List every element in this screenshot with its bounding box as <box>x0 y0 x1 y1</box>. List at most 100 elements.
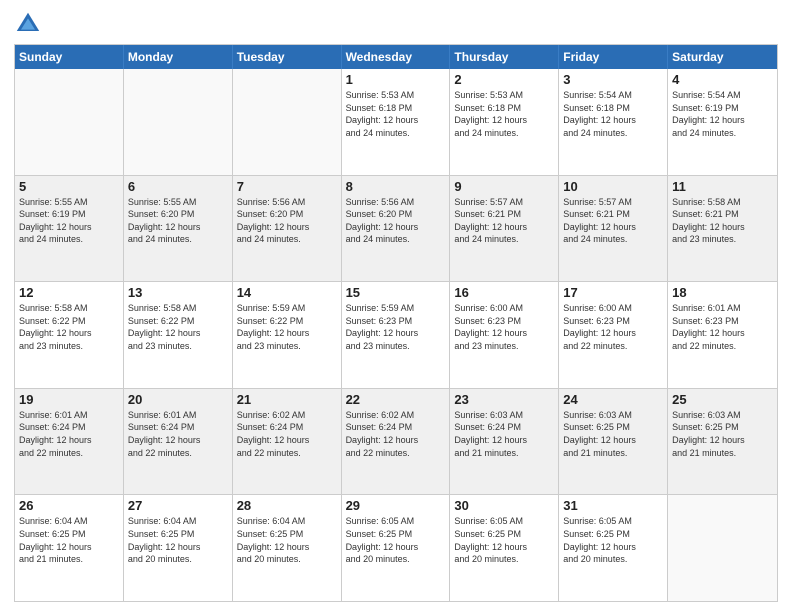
day-info: Sunrise: 5:58 AM Sunset: 6:22 PM Dayligh… <box>19 302 119 352</box>
day-info: Sunrise: 5:57 AM Sunset: 6:21 PM Dayligh… <box>454 196 554 246</box>
calendar-cell: 9 Sunrise: 5:57 AM Sunset: 6:21 PM Daylig… <box>450 176 559 282</box>
calendar-cell: 26 Sunrise: 6:04 AM Sunset: 6:25 PM Dayli… <box>15 495 124 601</box>
calendar-cell: 28Sunrise: 6:04 AM Sunset: 6:25 PM Dayli… <box>233 495 342 601</box>
calendar-header-row: SundayMondayTuesdayWednesdayThursdayFrid… <box>15 45 777 69</box>
header <box>14 10 778 38</box>
calendar-cell: 30 Sunrise: 6:05 AM Sunset: 6:25 PM Dayli… <box>450 495 559 601</box>
calendar-cell: 25Sunrise: 6:03 AM Sunset: 6:25 PM Dayli… <box>668 389 777 495</box>
calendar-cell: 20Sunrise: 6:01 AM Sunset: 6:24 PM Dayli… <box>124 389 233 495</box>
day-number: 9 <box>454 179 554 194</box>
day-info: Sunrise: 5:55 AM Sunset: 6:20 PM Dayligh… <box>128 196 228 246</box>
day-number: 30 <box>454 498 554 513</box>
day-info: Sunrise: 6:05 AM Sunset: 6:25 PM Dayligh… <box>454 515 554 565</box>
day-number: 28 <box>237 498 337 513</box>
day-info: Sunrise: 6:05 AM Sunset: 6:25 PM Dayligh… <box>563 515 663 565</box>
page: SundayMondayTuesdayWednesdayThursdayFrid… <box>0 0 792 612</box>
day-info: Sunrise: 6:05 AM Sunset: 6:25 PM Dayligh… <box>346 515 446 565</box>
calendar-week: 12Sunrise: 5:58 AM Sunset: 6:22 PM Dayli… <box>15 282 777 389</box>
day-number: 31 <box>563 498 663 513</box>
calendar-cell: 12Sunrise: 5:58 AM Sunset: 6:22 PM Dayli… <box>15 282 124 388</box>
day-info: Sunrise: 5:56 AM Sunset: 6:20 PM Dayligh… <box>237 196 337 246</box>
day-number: 18 <box>672 285 773 300</box>
day-number: 21 <box>237 392 337 407</box>
day-number: 15 <box>346 285 446 300</box>
day-number: 10 <box>563 179 663 194</box>
day-number: 6 <box>128 179 228 194</box>
day-info: Sunrise: 5:54 AM Sunset: 6:19 PM Dayligh… <box>672 89 773 139</box>
day-number: 27 <box>128 498 228 513</box>
logo-icon <box>14 10 42 38</box>
day-number: 26 <box>19 498 119 513</box>
calendar-cell: 6 Sunrise: 5:55 AM Sunset: 6:20 PM Daylig… <box>124 176 233 282</box>
calendar-header-cell: Wednesday <box>342 45 451 69</box>
day-info: Sunrise: 5:55 AM Sunset: 6:19 PM Dayligh… <box>19 196 119 246</box>
day-number: 16 <box>454 285 554 300</box>
day-info: Sunrise: 6:01 AM Sunset: 6:23 PM Dayligh… <box>672 302 773 352</box>
calendar-cell <box>668 495 777 601</box>
day-number: 11 <box>672 179 773 194</box>
day-number: 13 <box>128 285 228 300</box>
day-number: 5 <box>19 179 119 194</box>
day-info: Sunrise: 6:03 AM Sunset: 6:24 PM Dayligh… <box>454 409 554 459</box>
calendar-cell: 1 Sunrise: 5:53 AM Sunset: 6:18 PM Daylig… <box>342 69 451 175</box>
calendar-header-cell: Friday <box>559 45 668 69</box>
calendar-week: 1 Sunrise: 5:53 AM Sunset: 6:18 PM Daylig… <box>15 69 777 176</box>
day-info: Sunrise: 5:58 AM Sunset: 6:22 PM Dayligh… <box>128 302 228 352</box>
day-info: Sunrise: 5:56 AM Sunset: 6:20 PM Dayligh… <box>346 196 446 246</box>
day-info: Sunrise: 5:53 AM Sunset: 6:18 PM Dayligh… <box>346 89 446 139</box>
day-info: Sunrise: 5:59 AM Sunset: 6:23 PM Dayligh… <box>346 302 446 352</box>
calendar-header-cell: Saturday <box>668 45 777 69</box>
day-info: Sunrise: 6:00 AM Sunset: 6:23 PM Dayligh… <box>454 302 554 352</box>
calendar-cell: 27 Sunrise: 6:04 AM Sunset: 6:25 PM Dayli… <box>124 495 233 601</box>
calendar-cell: 19 Sunrise: 6:01 AM Sunset: 6:24 PM Dayli… <box>15 389 124 495</box>
day-info: Sunrise: 6:04 AM Sunset: 6:25 PM Dayligh… <box>19 515 119 565</box>
day-info: Sunrise: 6:01 AM Sunset: 6:24 PM Dayligh… <box>128 409 228 459</box>
calendar-body: 1 Sunrise: 5:53 AM Sunset: 6:18 PM Daylig… <box>15 69 777 601</box>
day-number: 2 <box>454 72 554 87</box>
day-number: 3 <box>563 72 663 87</box>
day-info: Sunrise: 5:59 AM Sunset: 6:22 PM Dayligh… <box>237 302 337 352</box>
day-number: 14 <box>237 285 337 300</box>
calendar-cell: 7Sunrise: 5:56 AM Sunset: 6:20 PM Daylig… <box>233 176 342 282</box>
day-number: 1 <box>346 72 446 87</box>
calendar-header-cell: Tuesday <box>233 45 342 69</box>
day-info: Sunrise: 6:03 AM Sunset: 6:25 PM Dayligh… <box>563 409 663 459</box>
calendar-cell: 3Sunrise: 5:54 AM Sunset: 6:18 PM Daylig… <box>559 69 668 175</box>
day-number: 24 <box>563 392 663 407</box>
day-info: Sunrise: 6:03 AM Sunset: 6:25 PM Dayligh… <box>672 409 773 459</box>
logo <box>14 10 48 38</box>
calendar-header-cell: Sunday <box>15 45 124 69</box>
calendar-cell: 31 Sunrise: 6:05 AM Sunset: 6:25 PM Dayli… <box>559 495 668 601</box>
day-number: 23 <box>454 392 554 407</box>
calendar-cell: 23 Sunrise: 6:03 AM Sunset: 6:24 PM Dayli… <box>450 389 559 495</box>
calendar-cell: 10 Sunrise: 5:57 AM Sunset: 6:21 PM Dayli… <box>559 176 668 282</box>
calendar-header-cell: Monday <box>124 45 233 69</box>
day-number: 22 <box>346 392 446 407</box>
calendar: SundayMondayTuesdayWednesdayThursdayFrid… <box>14 44 778 602</box>
day-info: Sunrise: 6:04 AM Sunset: 6:25 PM Dayligh… <box>128 515 228 565</box>
day-info: Sunrise: 6:02 AM Sunset: 6:24 PM Dayligh… <box>237 409 337 459</box>
calendar-cell: 22Sunrise: 6:02 AM Sunset: 6:24 PM Dayli… <box>342 389 451 495</box>
day-info: Sunrise: 6:01 AM Sunset: 6:24 PM Dayligh… <box>19 409 119 459</box>
calendar-cell <box>15 69 124 175</box>
day-number: 17 <box>563 285 663 300</box>
calendar-cell: 21 Sunrise: 6:02 AM Sunset: 6:24 PM Dayli… <box>233 389 342 495</box>
day-info: Sunrise: 6:00 AM Sunset: 6:23 PM Dayligh… <box>563 302 663 352</box>
calendar-cell: 8 Sunrise: 5:56 AM Sunset: 6:20 PM Daylig… <box>342 176 451 282</box>
day-number: 8 <box>346 179 446 194</box>
day-number: 19 <box>19 392 119 407</box>
calendar-cell: 13 Sunrise: 5:58 AM Sunset: 6:22 PM Dayli… <box>124 282 233 388</box>
calendar-cell: 29Sunrise: 6:05 AM Sunset: 6:25 PM Dayli… <box>342 495 451 601</box>
day-number: 4 <box>672 72 773 87</box>
day-info: Sunrise: 5:58 AM Sunset: 6:21 PM Dayligh… <box>672 196 773 246</box>
calendar-cell: 24 Sunrise: 6:03 AM Sunset: 6:25 PM Dayli… <box>559 389 668 495</box>
day-info: Sunrise: 5:57 AM Sunset: 6:21 PM Dayligh… <box>563 196 663 246</box>
calendar-cell <box>233 69 342 175</box>
calendar-week: 5 Sunrise: 5:55 AM Sunset: 6:19 PM Daylig… <box>15 176 777 283</box>
calendar-cell: 11 Sunrise: 5:58 AM Sunset: 6:21 PM Dayli… <box>668 176 777 282</box>
calendar-cell: 5 Sunrise: 5:55 AM Sunset: 6:19 PM Daylig… <box>15 176 124 282</box>
calendar-cell: 14 Sunrise: 5:59 AM Sunset: 6:22 PM Dayli… <box>233 282 342 388</box>
day-info: Sunrise: 5:53 AM Sunset: 6:18 PM Dayligh… <box>454 89 554 139</box>
calendar-cell: 17 Sunrise: 6:00 AM Sunset: 6:23 PM Dayli… <box>559 282 668 388</box>
calendar-header-cell: Thursday <box>450 45 559 69</box>
